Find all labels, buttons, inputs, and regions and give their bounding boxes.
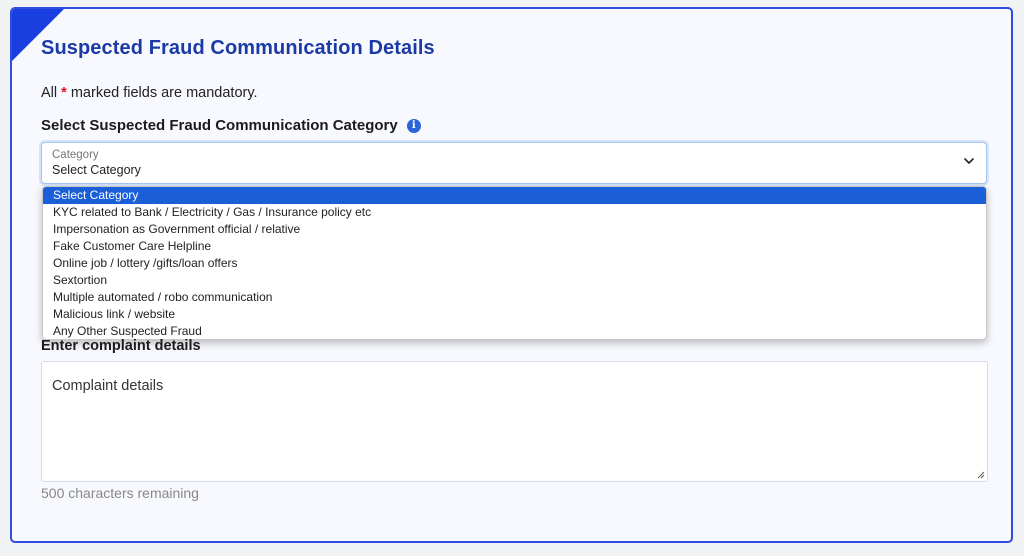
dropdown-option-fake-customer-care[interactable]: Fake Customer Care Helpline bbox=[43, 238, 986, 255]
fraud-details-card: Suspected Fraud Communication Details Al… bbox=[10, 7, 1013, 543]
category-float-label: Category bbox=[52, 149, 99, 161]
chevron-down-icon[interactable] bbox=[964, 156, 974, 166]
dropdown-option-malicious-link[interactable]: Malicious link / website bbox=[43, 306, 986, 323]
page-title: Suspected Fraud Communication Details bbox=[41, 37, 435, 59]
resize-handle-icon[interactable] bbox=[977, 471, 985, 479]
dropdown-option-online-job[interactable]: Online job / lottery /gifts/loan offers bbox=[43, 255, 986, 272]
mandatory-suffix: marked fields are mandatory. bbox=[66, 85, 258, 101]
category-select[interactable]: Category Select Category bbox=[41, 142, 987, 184]
category-label-text: Select Suspected Fraud Communication Cat… bbox=[41, 117, 398, 134]
complaint-details-label: Enter complaint details bbox=[41, 338, 201, 354]
mandatory-prefix: All bbox=[41, 85, 62, 101]
dropdown-option-select-category[interactable]: Select Category bbox=[43, 187, 986, 204]
category-dropdown-list: Select Category KYC related to Bank / El… bbox=[42, 186, 987, 340]
dropdown-option-robo-communication[interactable]: Multiple automated / robo communication bbox=[43, 289, 986, 306]
characters-remaining: 500 characters remaining bbox=[41, 485, 199, 501]
dropdown-option-kyc[interactable]: KYC related to Bank / Electricity / Gas … bbox=[43, 204, 986, 221]
category-selected-value: Select Category bbox=[52, 163, 141, 177]
category-label: Select Suspected Fraud Communication Cat… bbox=[41, 117, 421, 134]
info-icon[interactable]: i bbox=[406, 118, 421, 133]
dropdown-option-sextortion[interactable]: Sextortion bbox=[43, 272, 986, 289]
complaint-details-placeholder: Complaint details bbox=[52, 378, 164, 394]
complaint-details-textarea[interactable]: Complaint details bbox=[41, 361, 988, 482]
mandatory-note: All * marked fields are mandatory. bbox=[41, 85, 258, 101]
dropdown-option-impersonation[interactable]: Impersonation as Government official / r… bbox=[43, 221, 986, 238]
